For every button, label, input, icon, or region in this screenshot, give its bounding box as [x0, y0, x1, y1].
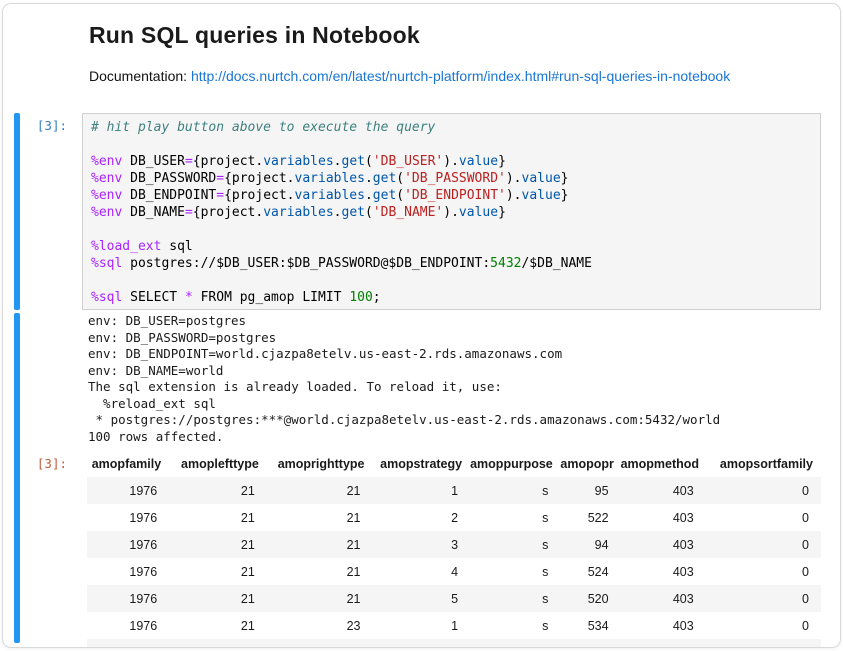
table-cell: 21 [169, 558, 267, 585]
table-cell: 21 [267, 585, 373, 612]
result-table: amopfamilyamoplefttypeamoprighttypeamops… [87, 451, 821, 648]
column-header: amopfamily [87, 451, 169, 477]
table-cell: 524 [560, 558, 620, 585]
table-cell: s [470, 558, 560, 585]
table-cell: 0 [706, 585, 821, 612]
table-cell: 5 [373, 585, 471, 612]
code-line: %sql postgres://$DB_USER:$DB_PASSWORD@$D… [91, 255, 812, 272]
notebook-window: Run SQL queries in Notebook Documentatio… [2, 3, 841, 648]
table-cell: s [470, 612, 560, 639]
column-header: amopmethod [621, 451, 706, 477]
table-cell: 0 [706, 504, 821, 531]
table-cell: s [470, 531, 560, 558]
table-cell: 522 [560, 504, 620, 531]
code-line [91, 221, 812, 238]
table-row: 197621215s5204030 [87, 585, 821, 612]
table-row: 197621214s5244030 [87, 558, 821, 585]
code-line: %env DB_USER={project.variables.get('DB_… [91, 153, 812, 170]
table-row: 197621212s5224030 [87, 504, 821, 531]
column-header: amopstrategy [373, 451, 471, 477]
table-cell: 21 [169, 612, 267, 639]
table-cell: 21 [267, 531, 373, 558]
table-row: 197621211s954030 [87, 477, 821, 504]
output-prompt: [3]: [11, 456, 67, 471]
table-cell: 1976 [87, 612, 169, 639]
page-title: Run SQL queries in Notebook [89, 22, 420, 49]
code-line: %env DB_ENDPOINT={project.variables.get(… [91, 187, 812, 204]
column-header: amoprighttype [267, 451, 373, 477]
code-line: # hit play button above to execute the q… [91, 119, 812, 136]
table-cell: 403 [621, 477, 706, 504]
table-cell: 403 [621, 585, 706, 612]
table-row: 197621231s5344030 [87, 612, 821, 639]
table-cell: 3 [373, 531, 471, 558]
table-row-partial [87, 639, 821, 648]
table-cell: 403 [621, 531, 706, 558]
table-cell: 0 [706, 477, 821, 504]
table-cell: 1976 [87, 558, 169, 585]
table-cell: s [470, 504, 560, 531]
table-cell: 21 [169, 531, 267, 558]
table-header-row: amopfamilyamoplefttypeamoprighttypeamops… [87, 451, 821, 477]
code-line [91, 272, 812, 289]
stdout-output: env: DB_USER=postgres env: DB_PASSWORD=p… [88, 313, 821, 445]
code-line: %load_ext sql [91, 238, 812, 255]
table-cell: 0 [706, 531, 821, 558]
table-row: 197621213s944030 [87, 531, 821, 558]
table-cell: 1976 [87, 477, 169, 504]
column-header: amopsortfamily [706, 451, 821, 477]
table-cell: 403 [621, 612, 706, 639]
table-cell: 0 [706, 612, 821, 639]
documentation-link[interactable]: http://docs.nurtch.com/en/latest/nurtch-… [191, 68, 730, 84]
code-line: %env DB_NAME={project.variables.get('DB_… [91, 204, 812, 221]
column-header: amopopr [560, 451, 620, 477]
table-cell: 21 [169, 504, 267, 531]
table-cell: 403 [621, 558, 706, 585]
table-cell: 4 [373, 558, 471, 585]
column-header: amoppurpose [470, 451, 560, 477]
input-prompt: [3]: [11, 118, 67, 133]
table-cell: 1 [373, 477, 471, 504]
table-cell: 21 [169, 477, 267, 504]
table-cell: 95 [560, 477, 620, 504]
code-line: %env DB_PASSWORD={project.variables.get(… [91, 170, 812, 187]
table-cell: 403 [621, 504, 706, 531]
table-cell: s [470, 585, 560, 612]
table-cell: 1 [373, 612, 471, 639]
table-cell: s [470, 477, 560, 504]
table-cell: 0 [706, 558, 821, 585]
input-collapser[interactable] [14, 113, 20, 310]
code-cell-editor[interactable]: # hit play button above to execute the q… [82, 113, 821, 310]
doc-label: Documentation: [89, 68, 191, 84]
table-cell: 21 [267, 558, 373, 585]
table-cell: 1976 [87, 504, 169, 531]
table-cell: 23 [267, 612, 373, 639]
table-cell: 94 [560, 531, 620, 558]
table-cell: 21 [267, 477, 373, 504]
table-cell: 1976 [87, 585, 169, 612]
table-cell: 534 [560, 612, 620, 639]
table-cell: 2 [373, 504, 471, 531]
output-collapser[interactable] [14, 313, 20, 643]
table-cell: 21 [267, 504, 373, 531]
column-header: amoplefttype [169, 451, 267, 477]
table-cell: 520 [560, 585, 620, 612]
code-line: %sql SELECT * FROM pg_amop LIMIT 100; [91, 289, 812, 306]
table-cell: 1976 [87, 531, 169, 558]
table-cell: 21 [169, 585, 267, 612]
doc-line: Documentation: http://docs.nurtch.com/en… [89, 68, 730, 84]
code-line [91, 136, 812, 153]
